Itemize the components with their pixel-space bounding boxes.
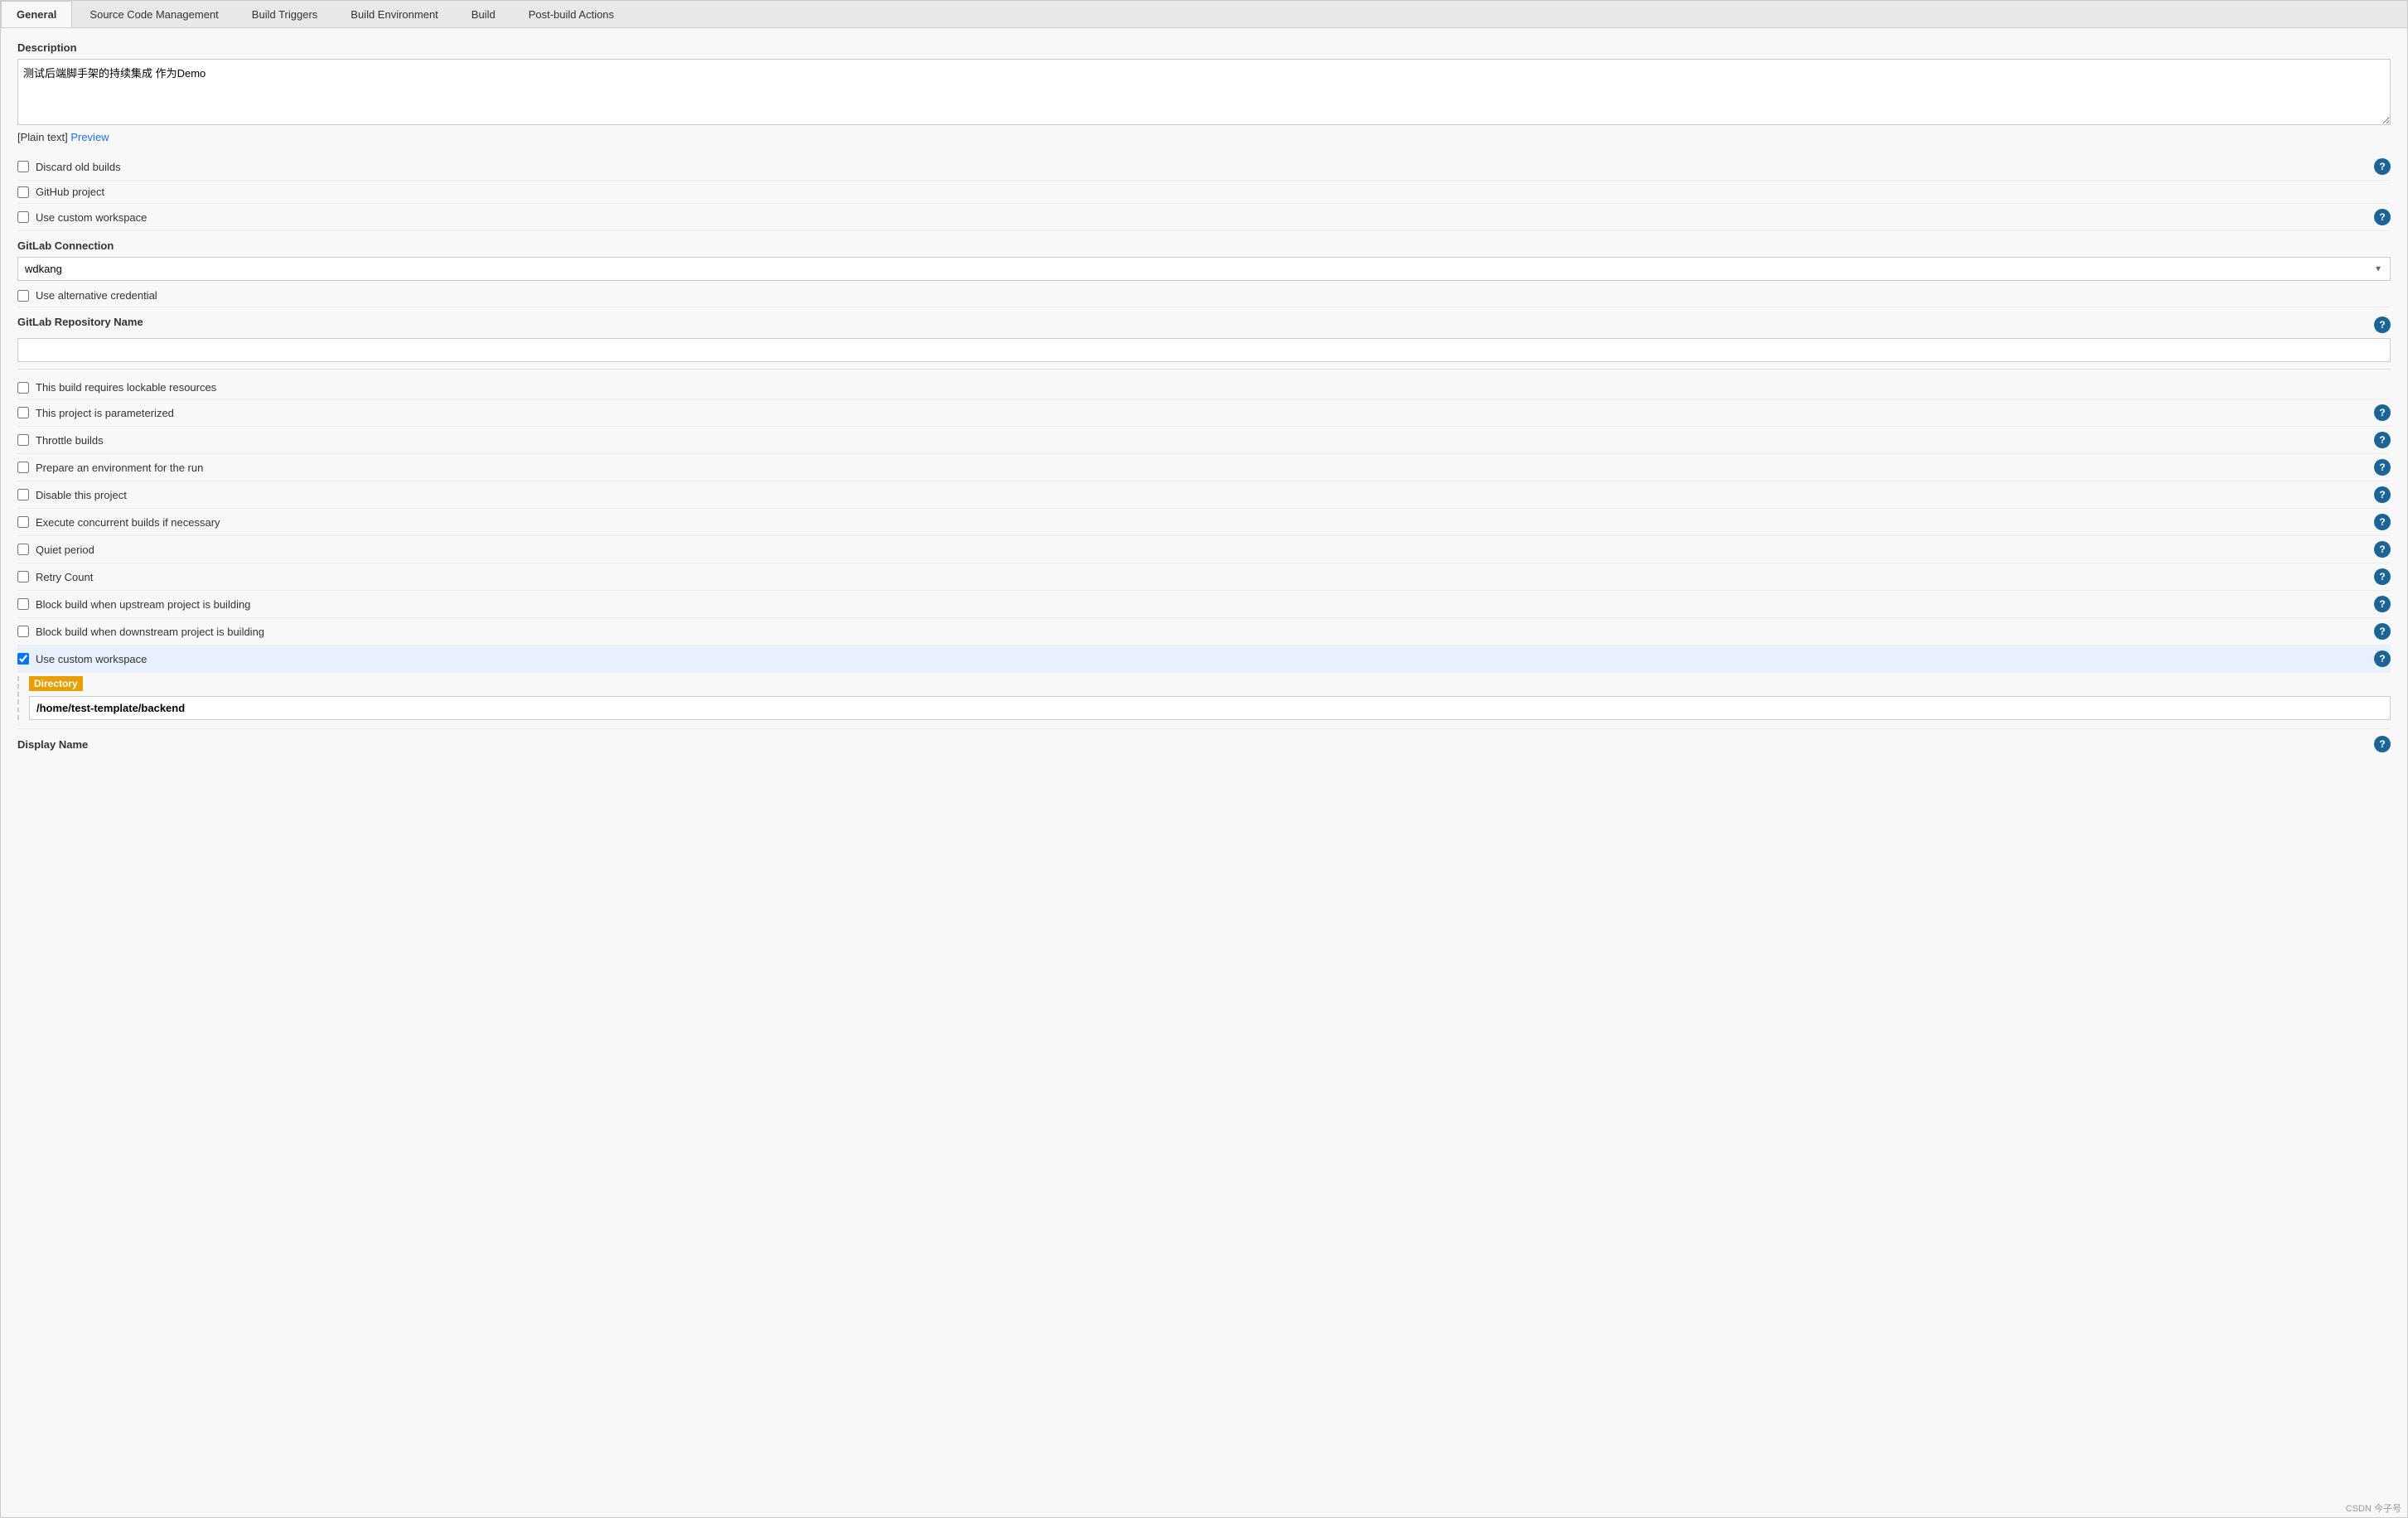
description-label: Description — [17, 41, 2391, 54]
use-custom-workspace-2-checkbox[interactable] — [17, 653, 29, 665]
quiet-period-row: Quiet period ? — [17, 536, 2391, 563]
gitlab-repo-input[interactable] — [17, 338, 2391, 362]
github-project-label[interactable]: GitHub project — [36, 186, 2391, 198]
throttle-builds-checkbox[interactable] — [17, 434, 29, 446]
block-downstream-row: Block build when downstream project is b… — [17, 618, 2391, 645]
use-alternative-credential-label[interactable]: Use alternative credential — [36, 289, 2391, 302]
gitlab-connection-label: GitLab Connection — [17, 239, 2391, 252]
discard-old-builds-label[interactable]: Discard old builds — [36, 161, 2374, 173]
quiet-period-checkbox[interactable] — [17, 544, 29, 555]
block-upstream-help-icon[interactable]: ? — [2374, 596, 2391, 612]
watermark: CSDN 今子号 — [2346, 1501, 2401, 1515]
plain-text-label: [Plain text] — [17, 131, 68, 143]
use-custom-workspace-2-help-icon[interactable]: ? — [2374, 650, 2391, 667]
use-custom-workspace-1-label[interactable]: Use custom workspace — [36, 211, 2374, 224]
block-upstream-checkbox[interactable] — [17, 598, 29, 610]
use-custom-workspace-2-label[interactable]: Use custom workspace — [36, 653, 2374, 665]
disable-project-checkbox[interactable] — [17, 489, 29, 500]
tab-build-triggers[interactable]: Build Triggers — [236, 1, 333, 27]
quiet-period-label[interactable]: Quiet period — [36, 544, 2374, 556]
block-upstream-row: Block build when upstream project is bui… — [17, 591, 2391, 618]
directory-label[interactable]: Directory — [29, 676, 83, 691]
use-custom-workspace-1-row: Use custom workspace ? — [17, 204, 2391, 231]
display-name-label: Display Name — [17, 738, 88, 751]
throttle-builds-help-icon[interactable]: ? — [2374, 432, 2391, 448]
tab-general[interactable]: General — [1, 1, 72, 27]
parameterized-row: This project is parameterized ? — [17, 399, 2391, 427]
block-downstream-checkbox[interactable] — [17, 626, 29, 637]
use-alternative-credential-row: Use alternative credential — [17, 284, 2391, 307]
display-name-row: Display Name ? — [17, 728, 2391, 752]
gitlab-connection-select-wrapper: wdkang — [17, 257, 2391, 281]
parameterized-label[interactable]: This project is parameterized — [36, 407, 2374, 419]
retry-count-label[interactable]: Retry Count — [36, 571, 2374, 583]
use-custom-workspace-1-checkbox[interactable] — [17, 211, 29, 223]
tab-post-build[interactable]: Post-build Actions — [513, 1, 630, 27]
discard-old-builds-checkbox[interactable] — [17, 161, 29, 172]
prepare-env-label[interactable]: Prepare an environment for the run — [36, 462, 2374, 474]
retry-count-row: Retry Count ? — [17, 563, 2391, 591]
disable-project-label[interactable]: Disable this project — [36, 489, 2374, 501]
prepare-env-checkbox[interactable] — [17, 462, 29, 473]
disable-project-row: Disable this project ? — [17, 481, 2391, 509]
parameterized-help-icon[interactable]: ? — [2374, 404, 2391, 421]
display-name-help-icon[interactable]: ? — [2374, 736, 2391, 752]
throttle-builds-label[interactable]: Throttle builds — [36, 434, 2374, 447]
gitlab-repo-label: GitLab Repository Name — [17, 316, 143, 328]
prepare-env-row: Prepare an environment for the run ? — [17, 454, 2391, 481]
github-project-row: GitHub project — [17, 181, 2391, 204]
tab-build-env[interactable]: Build Environment — [335, 1, 454, 27]
concurrent-builds-checkbox[interactable] — [17, 516, 29, 528]
retry-count-help-icon[interactable]: ? — [2374, 568, 2391, 585]
use-custom-workspace-2-row: Use custom workspace ? — [17, 645, 2391, 673]
lockable-resources-label[interactable]: This build requires lockable resources — [36, 381, 2391, 394]
parameterized-checkbox[interactable] — [17, 407, 29, 418]
prepare-env-help-icon[interactable]: ? — [2374, 459, 2391, 476]
use-custom-workspace-1-help-icon[interactable]: ? — [2374, 209, 2391, 225]
github-project-checkbox[interactable] — [17, 186, 29, 198]
tabs-bar: General Source Code Management Build Tri… — [1, 1, 2407, 28]
quiet-period-help-icon[interactable]: ? — [2374, 541, 2391, 558]
description-textarea[interactable]: 测试后端脚手架的持续集成 作为<strong>Demo</strong> — [17, 59, 2391, 125]
block-downstream-label[interactable]: Block build when downstream project is b… — [36, 626, 2374, 638]
tab-build[interactable]: Build — [456, 1, 511, 27]
directory-section: Directory — [17, 676, 2391, 720]
tab-scm[interactable]: Source Code Management — [74, 1, 234, 27]
retry-count-checkbox[interactable] — [17, 571, 29, 583]
block-downstream-help-icon[interactable]: ? — [2374, 623, 2391, 640]
concurrent-builds-help-icon[interactable]: ? — [2374, 514, 2391, 530]
gitlab-connection-select[interactable]: wdkang — [17, 257, 2391, 281]
use-alternative-credential-checkbox[interactable] — [17, 290, 29, 302]
disable-project-help-icon[interactable]: ? — [2374, 486, 2391, 503]
lockable-resources-checkbox[interactable] — [17, 382, 29, 394]
concurrent-builds-label[interactable]: Execute concurrent builds if necessary — [36, 516, 2374, 529]
discard-old-builds-help-icon[interactable]: ? — [2374, 158, 2391, 175]
gitlab-repo-help-icon[interactable]: ? — [2374, 317, 2391, 333]
directory-input[interactable] — [29, 696, 2391, 720]
preview-link[interactable]: Preview — [70, 131, 109, 143]
block-upstream-label[interactable]: Block build when upstream project is bui… — [36, 598, 2374, 611]
concurrent-builds-row: Execute concurrent builds if necessary ? — [17, 509, 2391, 536]
throttle-builds-row: Throttle builds ? — [17, 427, 2391, 454]
discard-old-builds-row: Discard old builds ? — [17, 153, 2391, 181]
lockable-resources-row: This build requires lockable resources — [17, 376, 2391, 399]
